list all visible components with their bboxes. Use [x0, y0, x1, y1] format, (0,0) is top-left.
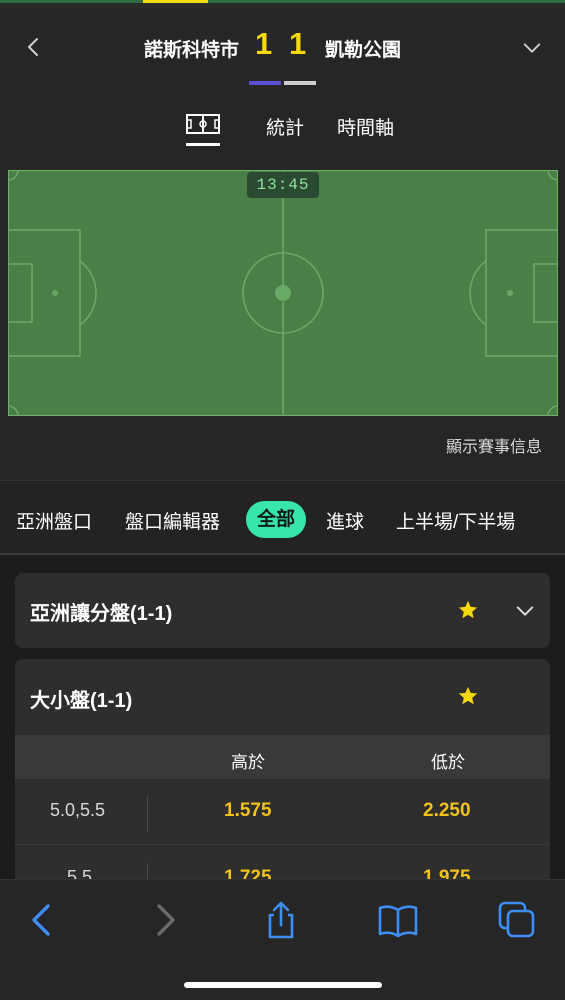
- share-icon[interactable]: [261, 900, 301, 940]
- active-tab-indicator: [186, 143, 220, 146]
- pitch-section: 13:45 顯示賽事信息: [0, 156, 565, 480]
- browser-toolbar: [0, 879, 565, 1000]
- tab-stats[interactable]: 統計: [266, 113, 304, 140]
- show-match-info-link[interactable]: 顯示賽事信息: [446, 433, 542, 457]
- away-team-name: 凱勒公園: [325, 40, 402, 61]
- chevron-down-icon[interactable]: [514, 600, 536, 622]
- match-header: 諾斯科特市 1 1 凱勒公園: [0, 9, 565, 86]
- handicap-line: 5.0,5.5: [50, 800, 106, 820]
- odds-row: 5.0,5.5 1.575 2.250: [15, 779, 550, 845]
- strip-segment: [0, 0, 143, 3]
- market-filter-editor[interactable]: 盤口編輯器: [125, 507, 220, 534]
- under-odds-button[interactable]: 2.250: [423, 800, 471, 822]
- strip-segment: [208, 0, 565, 3]
- home-color-bar: [249, 81, 281, 85]
- star-icon[interactable]: [457, 685, 479, 707]
- over-odds-button[interactable]: 1.575: [224, 800, 272, 822]
- home-indicator: [184, 982, 382, 988]
- market-card-title: 大小盤(1-1): [30, 690, 133, 712]
- header-over: 高於: [231, 753, 265, 772]
- market-card-title: 亞洲讓分盤(1-1): [30, 603, 173, 625]
- market-filter-goals[interactable]: 進球: [326, 507, 364, 534]
- market-filter-all[interactable]: 全部: [246, 501, 307, 538]
- market-filter-asian[interactable]: 亞洲盤口: [16, 507, 92, 534]
- pitch-icon[interactable]: [186, 114, 220, 134]
- strip-segment-active: [143, 0, 208, 3]
- back-chevron-icon[interactable]: [22, 35, 46, 59]
- away-score: 1: [289, 26, 307, 61]
- tab-timeline[interactable]: 時間軸: [337, 113, 394, 140]
- tabs-icon[interactable]: [497, 900, 537, 940]
- football-pitch: [8, 170, 558, 416]
- market-filter-bar: 亞洲盤口 盤口編輯器 全部 進球 上半場/下半場: [0, 480, 565, 555]
- match-clock: 13:45: [247, 172, 319, 198]
- away-color-bar: [284, 81, 316, 85]
- home-team-name: 諾斯科特市: [143, 40, 239, 61]
- top-progress-strip: [0, 0, 565, 9]
- market-filter-halves[interactable]: 上半場/下半場: [396, 507, 515, 534]
- markets-list: 亞洲讓分盤(1-1) 大小盤(1-1) 高於 低於 5.0,5.5 1.575 …: [0, 557, 565, 919]
- back-arrow-icon[interactable]: [22, 900, 62, 940]
- match-tabs: 統計 時間軸: [0, 86, 565, 156]
- forward-arrow-icon[interactable]: [145, 900, 185, 940]
- row-divider: [147, 796, 148, 832]
- odds-table-header: 高於 低於: [15, 735, 550, 779]
- chevron-down-icon[interactable]: [521, 37, 543, 59]
- header-under: 低於: [431, 753, 465, 772]
- home-score: 1: [255, 26, 273, 61]
- bookmarks-icon[interactable]: [378, 900, 418, 940]
- market-card-asian-handicap[interactable]: 亞洲讓分盤(1-1): [15, 573, 550, 648]
- star-icon[interactable]: [457, 599, 479, 621]
